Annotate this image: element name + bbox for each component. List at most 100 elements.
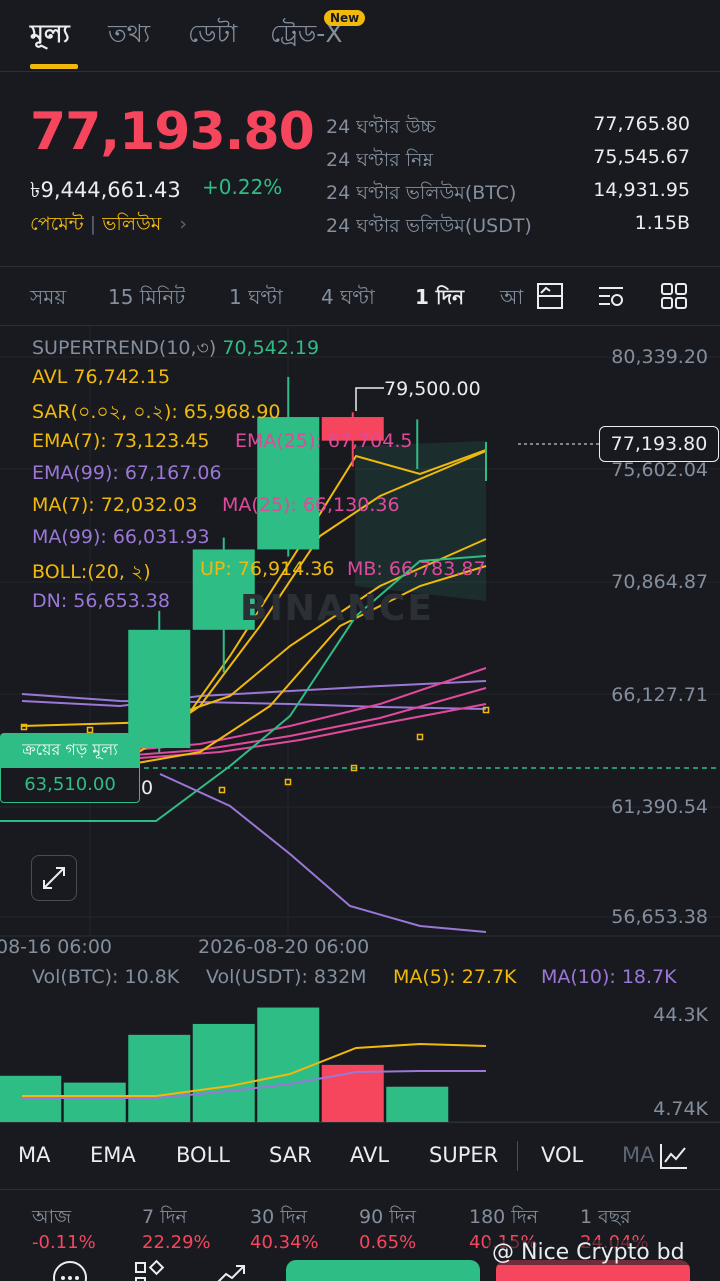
ma25-legend: MA(25): 66,130.36 — [222, 494, 400, 516]
indicator-tab-super[interactable]: SUPER — [429, 1143, 498, 1167]
interval-4h[interactable]: 4 ঘণ্টা — [321, 283, 375, 316]
volume-axis-top: 44.3K — [653, 1004, 708, 1026]
vol-ma5-legend: MA(5): 27.7K — [393, 966, 517, 988]
vol-usdt-legend: Vol(USDT): 832M — [206, 966, 367, 988]
high-marker-label: 79,500.00 — [384, 378, 481, 400]
current-price-tag[interactable]: 77,193.80 — [599, 426, 719, 462]
volume-bar — [192, 1023, 255, 1122]
indicator-tab-ma[interactable]: MA — [18, 1143, 50, 1167]
candle-body — [128, 629, 191, 749]
tab-data[interactable]: ডেটা — [188, 14, 237, 57]
price-axis-label: 66,127.71 — [611, 684, 708, 706]
payment-link[interactable]: পেমেন্ট — [30, 213, 84, 235]
price-axis-label: 56,653.38 — [611, 906, 708, 928]
volume-bar — [128, 1034, 191, 1122]
indicator-tab-avl[interactable]: AVL — [350, 1143, 389, 1167]
stat-value-high: 77,765.80 — [593, 113, 690, 135]
price-axis-label: 75,602.04 — [611, 459, 708, 481]
top-tab-bar: মূল্য তথ্য ডেটা ট্রেড-X New — [0, 0, 720, 72]
period-label: 180 দিন — [469, 1206, 539, 1228]
time-axis-label: 2026-08-20 06:00 — [198, 936, 370, 958]
price-axis-label: 80,339.20 — [611, 346, 708, 368]
interval-15m[interactable]: 15 মিনিট — [108, 283, 185, 316]
active-tab-indicator — [30, 64, 78, 69]
fiat-price: ৳9,444,661.43 — [30, 178, 181, 202]
period-value: 22.29% — [142, 1232, 211, 1253]
price-axis-label: 70,864.87 — [611, 571, 708, 593]
indicator-tab-ema[interactable]: EMA — [90, 1143, 136, 1167]
stat-value-low: 75,545.67 — [593, 146, 690, 168]
sar-dot — [482, 706, 490, 714]
tab-price[interactable]: মূল্য — [30, 14, 70, 57]
interval-1h[interactable]: 1 ঘণ্টা — [229, 283, 283, 316]
avl-legend: AVL 76,742.15 — [32, 366, 171, 388]
volume-bar — [257, 1007, 320, 1122]
avg-buy-price-box[interactable]: ক্রয়ের গড় মূল্য 63,510.00 — [0, 733, 140, 803]
indicator-tab-vol[interactable]: VOL — [541, 1143, 583, 1167]
stat-value-vol-btc: 14,931.95 — [593, 179, 690, 201]
grid-view-icon[interactable] — [659, 281, 689, 311]
vol-ma10-legend: MA(10): 18.7K — [541, 966, 677, 988]
fullscreen-button[interactable] — [31, 855, 77, 901]
strategy-icon[interactable] — [130, 1258, 170, 1281]
sar-dot — [20, 723, 28, 731]
trend-arrow-icon[interactable] — [210, 1258, 250, 1281]
boll-mb-legend: MB: 66,783.87 — [347, 558, 486, 580]
boll-legend: BOLL:(20, ২) — [32, 561, 151, 583]
sar-dot — [416, 733, 424, 741]
stat-label-vol-btc: 24 ঘণ্টার ভলিউম(BTC) — [326, 182, 517, 204]
candle-body — [416, 431, 418, 441]
buy-button[interactable] — [286, 1260, 480, 1281]
high-marker-line — [355, 387, 384, 411]
period-label: 90 দিন — [359, 1206, 416, 1228]
volume-bar — [63, 1082, 126, 1122]
period-value: -0.11% — [32, 1232, 96, 1253]
period-value: 0.65% — [359, 1232, 417, 1253]
indicator-tab-boll[interactable]: BOLL — [176, 1143, 230, 1167]
volume-link[interactable]: ভলিউম — [102, 213, 161, 235]
price-axis-label: 61,390.54 — [611, 796, 708, 818]
volume-bars — [0, 1007, 487, 1122]
indicator-chart-icon[interactable] — [658, 1141, 690, 1171]
chevron-right-icon[interactable]: › — [179, 213, 187, 235]
sar-legend: SAR(০.০২, ০.২): 65,968.90 — [32, 401, 281, 423]
period-label: 7 দিন — [142, 1206, 187, 1228]
stat-label-vol-usdt: 24 ঘণ্টার ভলিউম(USDT) — [326, 215, 532, 237]
payment-volume-links: পেমেন্ট | ভলিউম › — [30, 213, 188, 235]
period-label: 1 বছর — [580, 1206, 631, 1228]
watermark: BINANCE — [240, 588, 434, 629]
indicator-tabs: MA EMA BOLL SAR AVL SUPER VOL MA — [0, 1122, 720, 1190]
boll-dn-legend: DN: 56,653.38 — [32, 590, 170, 612]
interval-bar: সময় 15 মিনিট 1 ঘণ্টা 4 ঘণ্টা 1 দিন আ — [0, 266, 720, 326]
ma7-legend: MA(7): 72,032.03 — [32, 494, 198, 516]
creator-watermark: @ Nice Crypto bd — [488, 1240, 689, 1265]
last-price: 77,193.80 — [30, 102, 315, 162]
stat-label-low: 24 ঘণ্টার নিম্ন — [326, 149, 433, 171]
ema25-legend: EMA(25): 67,704.5 — [235, 430, 413, 452]
time-axis-label: 08-16 06:00 — [0, 936, 113, 958]
stat-value-vol-usdt: 1.15B — [634, 212, 690, 234]
cut-axis-label: 0 — [141, 777, 154, 799]
tab-info[interactable]: তথ্য — [108, 14, 150, 57]
avg-buy-value: 63,510.00 — [0, 767, 140, 803]
more-icon[interactable] — [50, 1258, 90, 1281]
indicator-tab-ma-sub[interactable]: MA — [622, 1143, 654, 1167]
indicator-settings-icon[interactable] — [596, 281, 626, 311]
sar-dot — [218, 786, 226, 794]
period-label: 30 দিন — [250, 1206, 307, 1228]
indicator-tab-sar[interactable]: SAR — [269, 1143, 312, 1167]
interval-1d[interactable]: 1 দিন — [415, 283, 464, 316]
volume-axis-bottom: 4.74K — [653, 1098, 708, 1120]
interval-time[interactable]: সময় — [30, 283, 66, 316]
new-badge: New — [324, 10, 366, 26]
avg-buy-title: ক্রয়ের গড় মূল্য — [0, 733, 140, 767]
interval-more[interactable]: আ — [500, 283, 523, 316]
vol-btc-legend: Vol(BTC): 10.8K — [32, 966, 180, 988]
price-change-percent: +0.22% — [202, 175, 283, 199]
indicator-line — [159, 773, 487, 933]
ma99-legend: MA(99): 66,031.93 — [32, 526, 210, 548]
period-label: আজ — [32, 1206, 72, 1228]
volume-bar — [386, 1086, 449, 1122]
tab-divider — [517, 1141, 518, 1171]
chart-layout-icon[interactable] — [535, 281, 565, 311]
